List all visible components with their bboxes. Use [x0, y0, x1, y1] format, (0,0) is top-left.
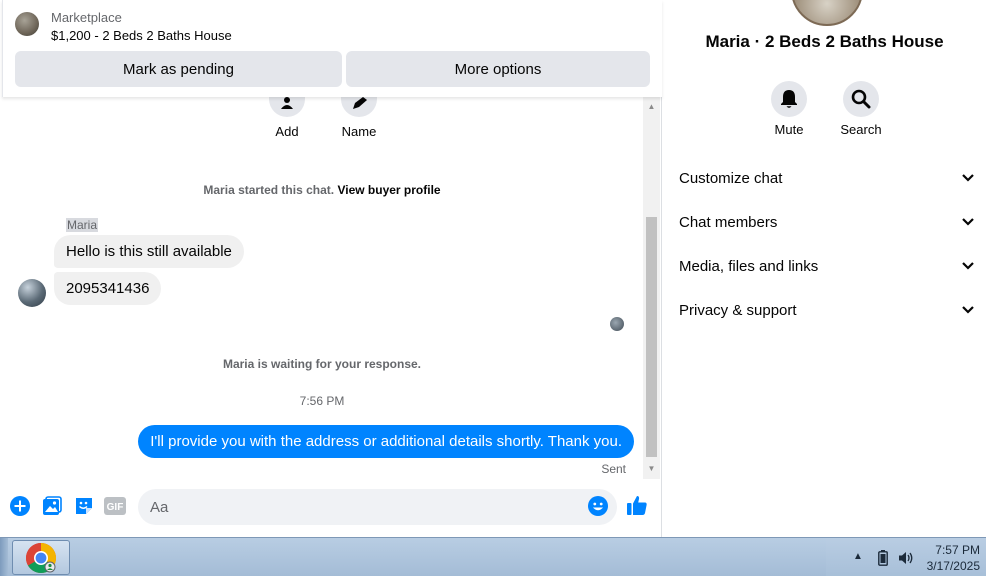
name-chat-action[interactable]: Name — [329, 97, 389, 139]
sticker-icon[interactable] — [73, 495, 95, 517]
search-label: Search — [840, 122, 882, 137]
add-label: Add — [275, 124, 299, 139]
message-scrollbar[interactable]: ▲ ▼ — [643, 97, 660, 479]
pencil-icon — [341, 97, 377, 117]
mute-action[interactable]: Mute — [759, 81, 819, 137]
incoming-message-1[interactable]: Hello is this still available — [54, 235, 244, 268]
more-options-button[interactable]: More options — [346, 51, 650, 87]
chat-title: Maria · 2 Beds 2 Baths House — [705, 32, 944, 51]
sender-name: Maria — [66, 218, 99, 232]
read-receipt-avatar — [610, 317, 624, 331]
message-timestamp: 7:56 PM — [299, 394, 345, 408]
scroll-down-arrow-icon[interactable]: ▼ — [643, 462, 660, 476]
listing-title[interactable]: $1,200 - 2 Beds 2 Baths House — [51, 28, 232, 43]
view-buyer-profile-link[interactable]: View buyer profile — [337, 183, 440, 197]
marketplace-label: Marketplace — [51, 10, 122, 25]
section-label: Privacy & support — [679, 301, 797, 319]
start-button[interactable] — [0, 538, 8, 576]
message-composer: GIF — [2, 483, 662, 533]
name-label: Name — [341, 124, 377, 139]
app-window: Marketplace $1,200 - 2 Beds 2 Baths Hous… — [0, 0, 986, 576]
message-input[interactable] — [138, 489, 617, 525]
clock-date[interactable]: 3/17/2025 — [927, 559, 980, 573]
show-hidden-icons-icon[interactable]: ▲ — [853, 551, 863, 562]
waiting-notice: Maria is waiting for your response. — [222, 357, 422, 371]
marketplace-header: Marketplace $1,200 - 2 Beds 2 Baths Hous… — [2, 0, 662, 97]
system-tray: ▲ 7:57 PM 3/17/2025 — [826, 538, 986, 576]
chevron-down-icon — [962, 218, 974, 226]
person-add-icon — [269, 97, 305, 117]
chat-started-notice: Maria started this chat. View buyer prof… — [2, 183, 642, 197]
mark-as-pending-button[interactable]: Mark as pending — [15, 51, 342, 87]
message-list: Add Name Maria started this chat. View b… — [2, 97, 642, 479]
outgoing-message[interactable]: I'll provide you with the address or add… — [138, 425, 634, 458]
search-icon — [843, 81, 879, 117]
section-privacy-support[interactable]: Privacy & support — [663, 288, 986, 332]
add-member-action[interactable]: Add — [257, 97, 317, 139]
mute-label: Mute — [774, 122, 804, 137]
section-customize-chat[interactable]: Customize chat — [663, 156, 986, 200]
gif-icon[interactable]: GIF — [104, 495, 126, 517]
chevron-down-icon — [962, 306, 974, 314]
chrome-taskbar-button[interactable] — [12, 540, 70, 575]
gif-label: GIF — [107, 502, 124, 513]
plus-circle-icon[interactable] — [9, 495, 31, 517]
incoming-message-2[interactable]: 2095341436 — [54, 272, 162, 305]
emoji-icon[interactable] — [587, 495, 609, 517]
sender-avatar[interactable] — [18, 279, 46, 307]
photo-gallery-icon[interactable] — [41, 495, 63, 517]
battery-icon[interactable] — [878, 550, 888, 571]
chevron-down-icon — [962, 262, 974, 270]
thumbs-up-icon[interactable] — [626, 494, 648, 516]
bell-icon — [771, 81, 807, 117]
chat-started-text: Maria started this chat. — [203, 183, 335, 197]
scroll-thumb[interactable] — [646, 217, 657, 457]
scroll-up-arrow-icon[interactable]: ▲ — [643, 100, 660, 114]
clock-time[interactable]: 7:57 PM — [935, 543, 980, 557]
section-label: Media, files and links — [679, 257, 819, 275]
search-action[interactable]: Search — [831, 81, 891, 137]
sent-status: Sent — [601, 462, 626, 476]
section-chat-members[interactable]: Chat members — [663, 200, 986, 244]
volume-icon[interactable] — [898, 550, 914, 571]
chat-info-pane: Maria · 2 Beds 2 Baths House Mute Search… — [663, 0, 986, 537]
chevron-down-icon — [962, 174, 974, 182]
listing-thumbnail[interactable] — [15, 12, 39, 36]
section-media-files-links[interactable]: Media, files and links — [663, 244, 986, 288]
contact-avatar[interactable] — [791, 0, 863, 26]
chat-pane: Marketplace $1,200 - 2 Beds 2 Baths Hous… — [2, 0, 662, 537]
taskbar: ▲ 7:57 PM 3/17/2025 — [0, 537, 986, 576]
section-label: Customize chat — [679, 169, 783, 187]
section-label: Chat members — [679, 213, 778, 231]
chrome-icon — [25, 542, 57, 573]
